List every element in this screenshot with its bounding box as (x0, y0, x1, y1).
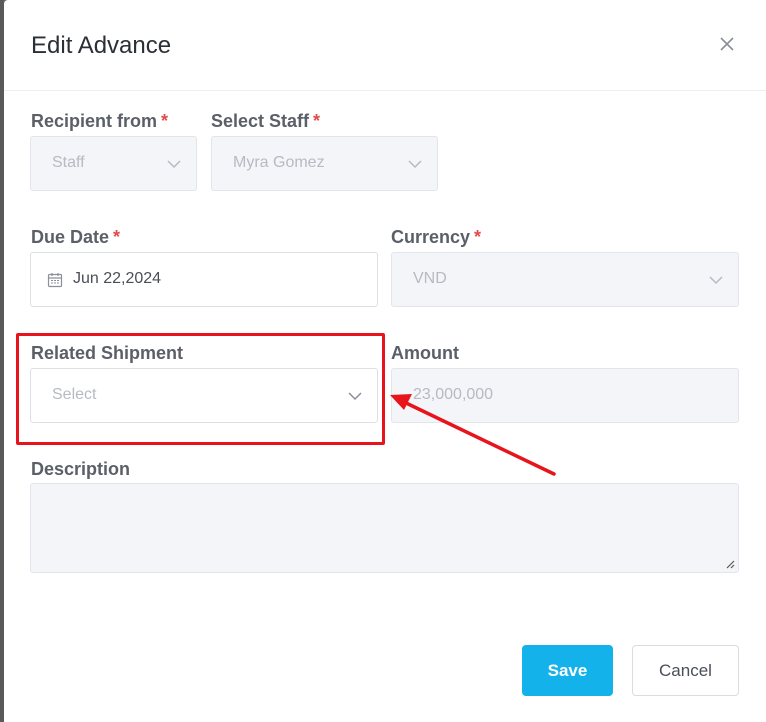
required-mark: * (113, 227, 121, 247)
recipient-from-select[interactable]: Staff (30, 136, 197, 191)
save-button[interactable]: Save (522, 645, 613, 696)
recipient-from-label-text: Recipient from (31, 111, 158, 131)
description-textarea[interactable] (30, 483, 739, 573)
required-mark: * (313, 111, 321, 131)
required-mark: * (161, 111, 169, 131)
recipient-from-label: Recipient from * (31, 111, 168, 132)
currency-label: Currency * (391, 227, 481, 248)
close-icon (720, 37, 734, 51)
edit-advance-modal: Edit Advance Recipient from * Staff Selec… (4, 0, 766, 722)
currency-select[interactable]: VND (391, 252, 739, 307)
select-staff-value: Myra Gomez (233, 154, 325, 171)
modal-title: Edit Advance (31, 32, 172, 59)
currency-value: VND (413, 270, 447, 287)
cancel-button[interactable]: Cancel (632, 645, 739, 696)
due-date-picker[interactable]: Jun 22,2024 (30, 252, 378, 307)
due-date-value: Jun 22,2024 (73, 270, 162, 287)
select-staff-label-text: Select Staff (211, 111, 310, 131)
close-button[interactable] (716, 33, 738, 55)
resize-handle-icon[interactable] (725, 559, 735, 569)
currency-label-text: Currency (391, 227, 471, 247)
required-mark: * (474, 227, 482, 247)
annotation-highlight-box (16, 333, 385, 445)
modal-header: Edit Advance (4, 0, 766, 91)
due-date-label: Due Date * (31, 227, 120, 248)
recipient-from-value: Staff (52, 154, 85, 171)
chevron-down-icon (408, 160, 422, 169)
chevron-down-icon (709, 276, 723, 285)
amount-value: 23,000,000 (413, 386, 494, 403)
calendar-icon (47, 273, 63, 288)
amount-input[interactable]: 23,000,000 (391, 368, 739, 423)
amount-label: Amount (391, 343, 459, 363)
select-staff-select[interactable]: Myra Gomez (211, 136, 438, 191)
description-label: Description (31, 459, 131, 479)
due-date-label-text: Due Date (31, 227, 110, 247)
select-staff-label: Select Staff * (211, 111, 320, 132)
chevron-down-icon (167, 160, 181, 169)
